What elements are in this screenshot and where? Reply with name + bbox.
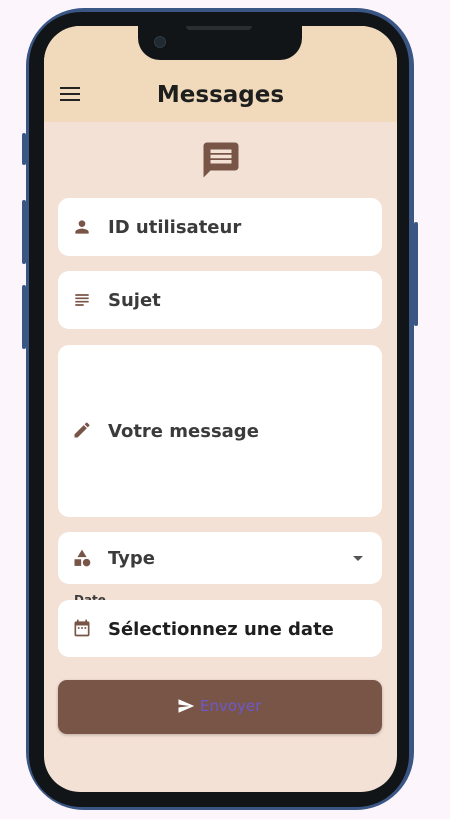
send-icon <box>178 699 195 713</box>
type-placeholder: Type <box>108 548 155 569</box>
subject-placeholder: Sujet <box>108 290 161 311</box>
person-icon <box>75 220 89 234</box>
volume-up-button <box>22 200 26 264</box>
screen: Messages ID utilisateur Sujet Votre mess… <box>44 26 397 792</box>
page-title: Messages <box>156 82 285 108</box>
volume-down-button <box>22 285 26 349</box>
user-id-placeholder: ID utilisateur <box>108 217 242 238</box>
power-button <box>414 222 418 326</box>
dropdown-arrow-icon <box>353 556 363 561</box>
category-icon <box>74 549 91 567</box>
subject-field[interactable]: Sujet <box>58 271 382 329</box>
message-icon <box>203 142 239 178</box>
edit-icon <box>74 422 90 438</box>
message-field[interactable]: Votre message <box>58 345 382 517</box>
date-placeholder: Sélectionnez une date <box>108 619 334 640</box>
calendar-icon <box>74 619 90 637</box>
user-id-field[interactable]: ID utilisateur <box>58 198 382 256</box>
subject-icon <box>75 294 89 306</box>
send-button-label: Envoyer <box>200 697 262 715</box>
notch <box>138 26 302 60</box>
type-dropdown[interactable]: Type <box>58 532 382 584</box>
mute-switch <box>22 133 26 165</box>
message-placeholder: Votre message <box>108 421 259 442</box>
speaker-grille <box>186 26 252 30</box>
camera <box>154 36 166 48</box>
date-picker-field[interactable]: Sélectionnez une date <box>58 600 382 657</box>
send-button[interactable]: Envoyer <box>58 680 382 734</box>
